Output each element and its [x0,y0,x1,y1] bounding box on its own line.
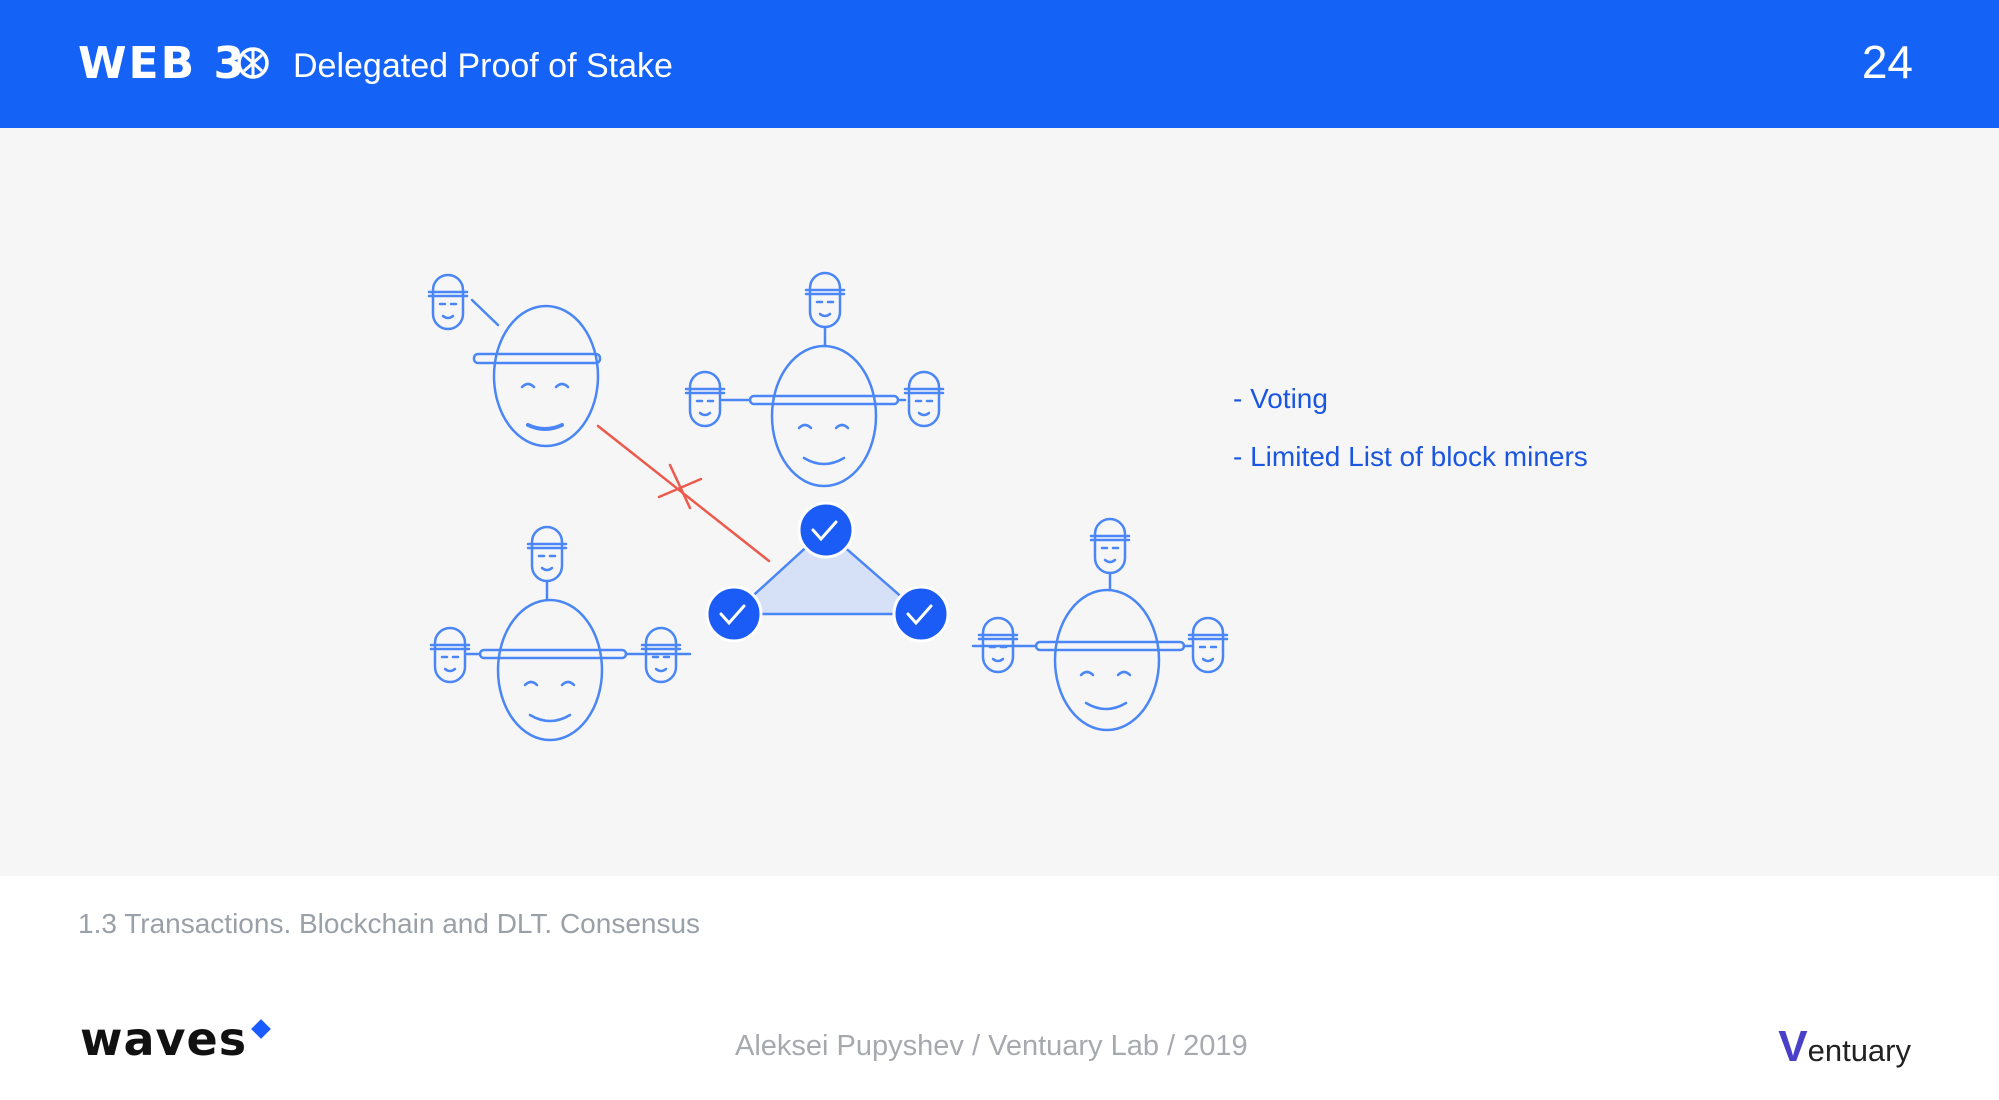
rejected-link [596,424,771,563]
person-top-left [427,273,602,448]
delegate-check-right [892,585,950,643]
delegate-triangle [705,501,950,643]
dpos-diagram [427,271,1229,742]
voter-head [427,273,469,331]
person-top-center [684,271,945,488]
header-bar: WEB 3 Delegated Proof of Stake 24 [0,0,1999,128]
voter-head [1187,616,1229,674]
waves-diamond-icon [251,1019,271,1039]
slide-number: 24 [1861,36,1913,88]
slide-title: Delegated Proof of Stake [293,47,673,85]
voter-head [684,370,726,428]
bullet-voting: - Voting [1233,383,1328,414]
bullet-list: - Voting - Limited List of block miners [1233,370,1588,486]
waves-logo: waves [80,1012,248,1066]
ventuary-logo-rest: entuary [1807,1033,1911,1068]
voter-head [903,370,945,428]
person-bottom-right [971,517,1229,732]
voter-head [526,525,568,583]
voter-head [1089,517,1131,575]
delegate-check-top [797,501,855,559]
voter-head [429,626,471,684]
bullet-limited-miners: - Limited List of block miners [1233,441,1588,472]
delegate-check-left [705,585,763,643]
footer-topic: 1.3 Transactions. Blockchain and DLT. Co… [78,908,701,939]
person-bottom-left [429,525,692,742]
ventuary-logo: Ventuary [1778,1022,1911,1072]
web3-logo-icon [237,47,269,79]
web3-logo-text: WEB 3 [78,38,247,89]
ventuary-logo-v: V [1778,1022,1808,1071]
voter-head [804,271,846,329]
author-credit: Aleksei Pupyshev / Ventuary Lab / 2019 [735,1030,1248,1062]
